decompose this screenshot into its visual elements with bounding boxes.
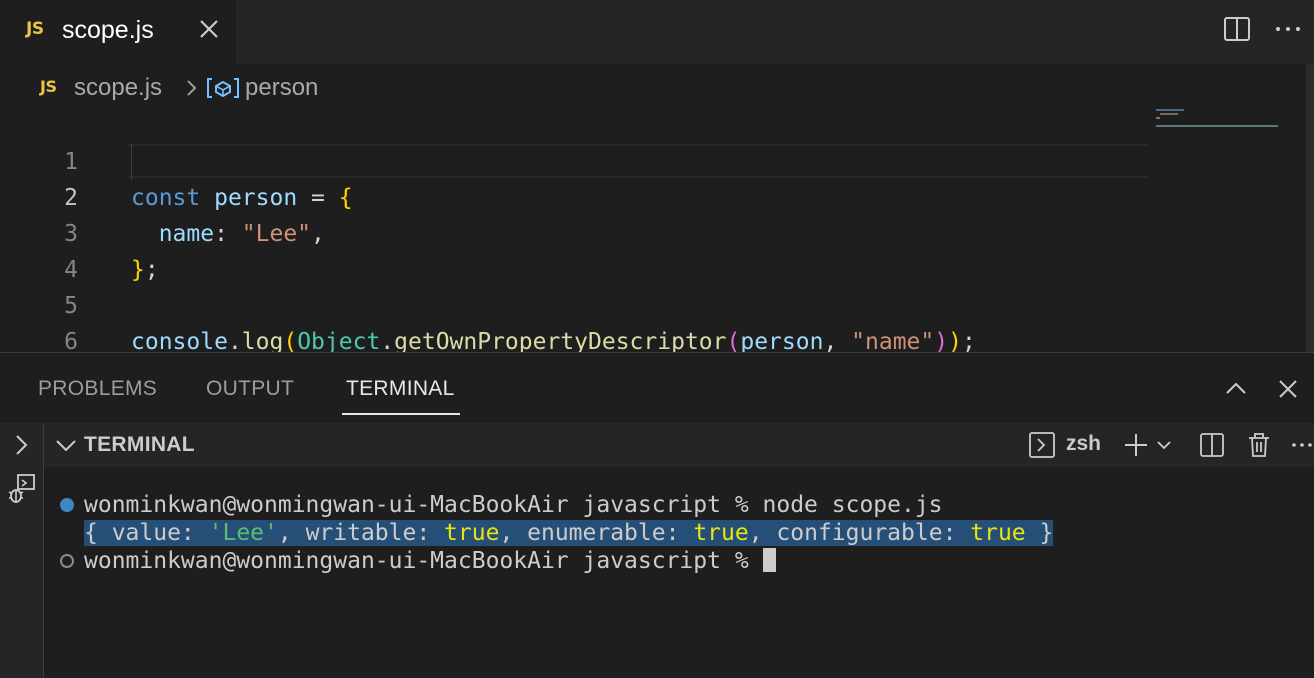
code-line[interactable]: 5 console.log(Object.getOwnPropertyDescr… <box>0 252 1150 355</box>
prompt-dot <box>60 554 74 568</box>
tab-problems[interactable]: PROBLEMS <box>38 377 157 401</box>
terminal-prompt-line[interactable]: wonminkwan@wonmingwan-ui-MacBookAir java… <box>84 547 776 575</box>
minimap[interactable] <box>1152 108 1302 138</box>
bottom-panel: PROBLEMS OUTPUT TERMINAL TERMINAL zsh wo… <box>0 352 1314 678</box>
code-line[interactable]: 4 <box>0 216 1150 283</box>
breadcrumb-symbol[interactable]: person <box>245 74 318 102</box>
terminal-line: wonminkwan@wonmingwan-ui-MacBookAir java… <box>84 492 943 518</box>
tab-scope-js[interactable]: JS scope.js <box>0 0 236 64</box>
tab-output[interactable]: OUTPUT <box>206 377 294 401</box>
split-terminal-icon[interactable] <box>1198 431 1226 459</box>
more-actions-icon[interactable] <box>1290 431 1312 459</box>
chevron-right-icon[interactable] <box>8 431 36 459</box>
breadcrumb-file[interactable]: scope.js <box>74 74 162 102</box>
chevron-down-icon[interactable] <box>1154 431 1174 459</box>
breadcrumb: JS scope.js person <box>0 64 1314 108</box>
tab-terminal[interactable]: TERMINAL <box>346 377 455 401</box>
terminal-shell-icon[interactable] <box>1028 431 1056 459</box>
more-actions-icon[interactable] <box>1273 14 1303 44</box>
editor-tab-bar: JS scope.js <box>0 0 1314 64</box>
close-panel-icon[interactable] <box>1274 375 1302 403</box>
chevron-right-icon <box>187 80 197 96</box>
terminal-output[interactable]: wonminkwan@wonmingwan-ui-MacBookAir java… <box>44 467 1314 678</box>
active-tab-indicator <box>342 413 460 415</box>
code-line[interactable]: 3 }; <box>0 180 1150 283</box>
add-terminal-icon[interactable] <box>1122 431 1150 459</box>
trash-icon[interactable] <box>1245 431 1273 459</box>
shell-name[interactable]: zsh <box>1066 432 1101 456</box>
editor-scrollbar[interactable] <box>1306 64 1314 352</box>
debug-console-icon[interactable] <box>6 473 38 505</box>
terminal-line: { value: 'Lee', writable: true, enumerab… <box>84 519 1054 547</box>
terminal-sidebar <box>0 423 44 678</box>
command-success-dot[interactable] <box>60 498 74 512</box>
close-icon[interactable] <box>196 16 222 42</box>
maximize-panel-icon[interactable] <box>1222 375 1250 403</box>
js-file-icon: JS <box>40 77 57 96</box>
code-editor[interactable]: 1 const person = { 2 name: "Lee", 3 }; 4… <box>0 108 1314 355</box>
terminal-header: TERMINAL zsh <box>44 423 1314 467</box>
code-line[interactable]: 2 name: "Lee", <box>0 144 1150 247</box>
terminal-cursor <box>762 548 776 572</box>
js-file-icon: JS <box>26 19 44 39</box>
code-line[interactable]: 6 <box>0 288 1150 355</box>
variable-symbol-icon <box>207 78 239 98</box>
terminal-section-title: TERMINAL <box>84 433 195 456</box>
code-line[interactable]: 1 const person = { <box>0 108 1150 211</box>
chevron-down-icon[interactable] <box>52 431 80 459</box>
selected-output: { value: 'Lee', writable: true, enumerab… <box>84 520 1054 546</box>
split-editor-icon[interactable] <box>1222 14 1252 44</box>
tab-title: scope.js <box>62 16 154 44</box>
